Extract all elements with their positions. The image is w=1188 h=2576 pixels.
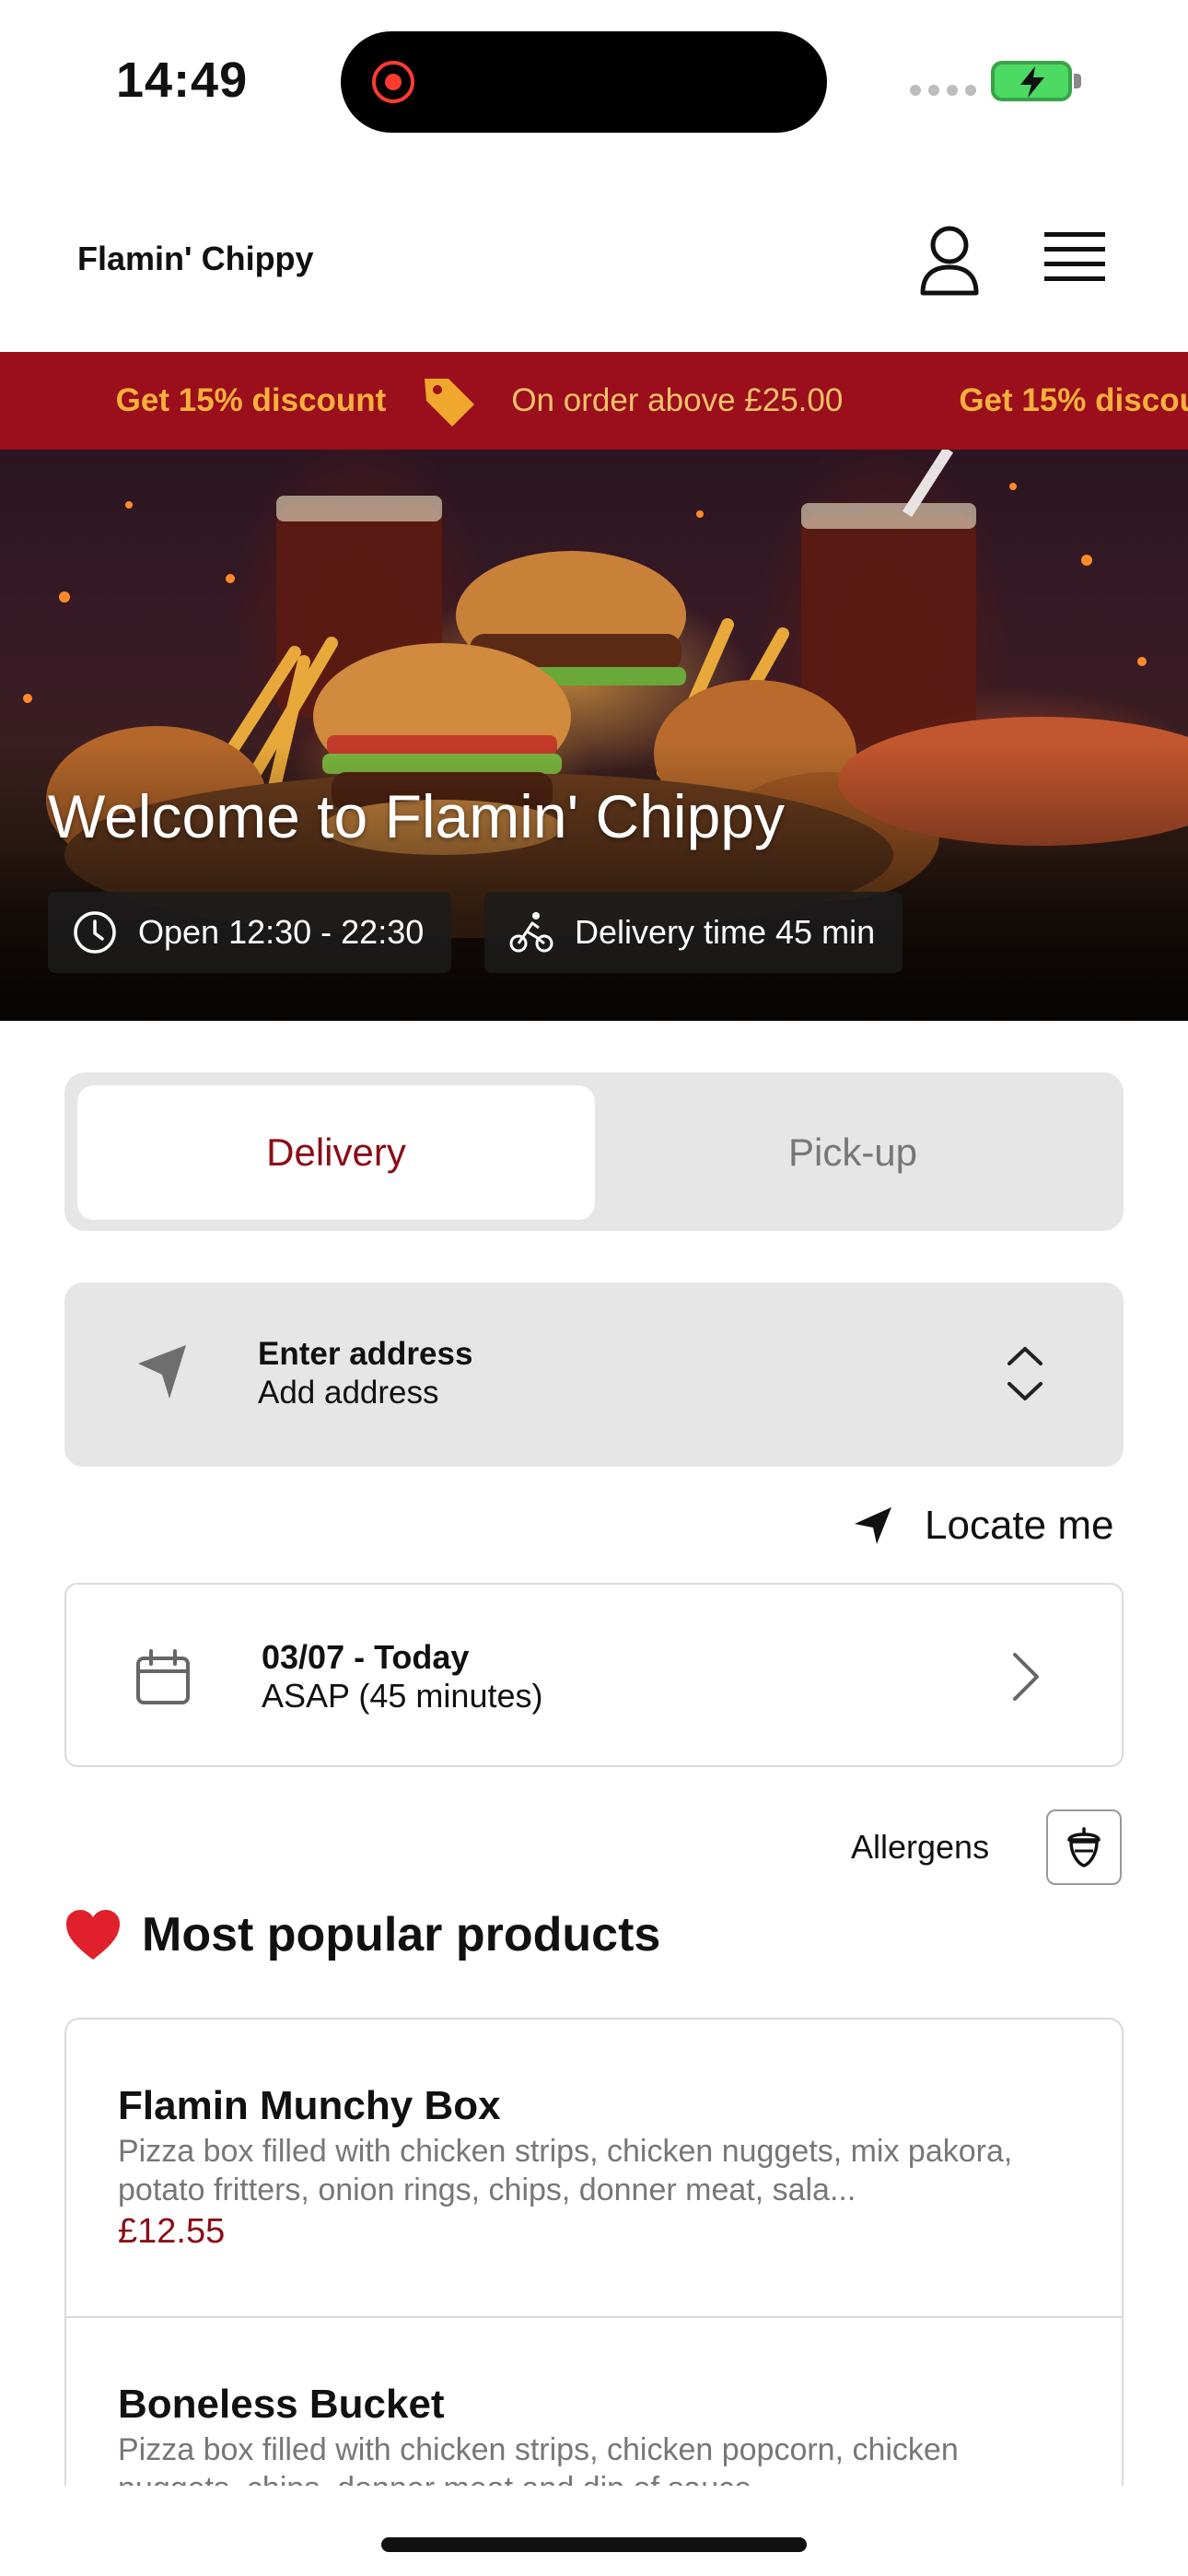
- hero-banner: Welcome to Flamin' Chippy Open 12:30 - 2…: [0, 450, 1188, 1021]
- opening-hours-chip: Open 12:30 - 22:30: [48, 892, 452, 973]
- product-description: Pizza box filled with chicken strips, ch…: [118, 2432, 959, 2486]
- opening-hours-text: Open 12:30 - 22:30: [138, 913, 425, 951]
- navigation-arrow-icon: [138, 1345, 186, 1399]
- locate-me-button[interactable]: Locate me: [853, 1498, 1113, 1553]
- price-tag-icon: [419, 371, 478, 430]
- cellular-signal-icon: [910, 85, 976, 96]
- chevron-up-down-icon: [1007, 1347, 1042, 1400]
- promo-discount-repeat: Get 15% discount: [959, 382, 1188, 418]
- menu-button[interactable]: [1042, 228, 1107, 289]
- order-type-toggle: Delivery Pick-up: [64, 1072, 1124, 1231]
- dynamic-island: [341, 31, 827, 133]
- chevron-right-icon: [1013, 1653, 1039, 1701]
- top-header: Flamin' Chippy: [0, 184, 1188, 350]
- promo-banner: t Get 15% discount On order above £25.00…: [0, 352, 1188, 450]
- allergens-label: Allergens: [851, 1828, 990, 1866]
- most-popular-title: Most popular products: [142, 1908, 661, 1961]
- cyclist-icon: [509, 912, 553, 953]
- status-time: 14:49: [116, 53, 249, 108]
- product-price: £12.55: [118, 2212, 226, 2251]
- tab-delivery[interactable]: Delivery: [77, 1085, 595, 1220]
- product-name: Boneless Bucket: [118, 2382, 445, 2427]
- hamburger-menu-icon: [1044, 232, 1105, 281]
- delivery-schedule-selector[interactable]: 03/07 - Today ASAP (45 minutes): [64, 1583, 1124, 1767]
- calendar-icon: [136, 1649, 190, 1704]
- account-button[interactable]: [917, 223, 982, 297]
- locate-me-label: Locate me: [925, 1503, 1114, 1548]
- product-name: Flamin Munchy Box: [118, 2083, 501, 2128]
- home-indicator: [381, 2537, 807, 2552]
- acorn-icon: [1067, 1827, 1101, 1868]
- promo-discount: Get 15% discount: [115, 382, 387, 418]
- schedule-date: 03/07 - Today: [262, 1638, 470, 1676]
- popular-products-list: Flamin Munchy Box Pizza box filled with …: [64, 2018, 1124, 2486]
- address-title: Enter address: [258, 1336, 473, 1372]
- product-description: Pizza box filled with chicken strips, ch…: [118, 2134, 1013, 2207]
- product-card[interactable]: Boneless Bucket Pizza box filled with ch…: [66, 2379, 1122, 2486]
- address-selector[interactable]: Enter address Add address: [64, 1282, 1124, 1467]
- restaurant-name: Flamin' Chippy: [77, 240, 314, 277]
- user-icon: [920, 226, 979, 296]
- schedule-time: ASAP (45 minutes): [262, 1677, 543, 1715]
- tab-pickup[interactable]: Pick-up: [595, 1085, 1111, 1220]
- status-bar: 14:49: [0, 0, 1188, 166]
- location-arrow-icon: [855, 1507, 891, 1544]
- promo-condition: On order above £25.00: [511, 382, 844, 418]
- heart-icon: [66, 1910, 120, 1960]
- allergens-button[interactable]: [1046, 1809, 1122, 1885]
- delivery-time-text: Delivery time 45 min: [575, 913, 876, 951]
- product-card[interactable]: Flamin Munchy Box Pizza box filled with …: [66, 2080, 1122, 2254]
- battery-charging-icon: [991, 61, 1081, 101]
- most-popular-heading: Most popular products: [64, 1907, 660, 1962]
- welcome-title: Welcome to Flamin' Chippy: [48, 782, 785, 850]
- address-subtitle: Add address: [258, 1375, 439, 1411]
- recording-indicator-icon: [372, 61, 414, 103]
- delivery-time-chip: Delivery time 45 min: [484, 892, 903, 973]
- clock-icon: [74, 911, 116, 954]
- divider: [66, 2316, 1122, 2318]
